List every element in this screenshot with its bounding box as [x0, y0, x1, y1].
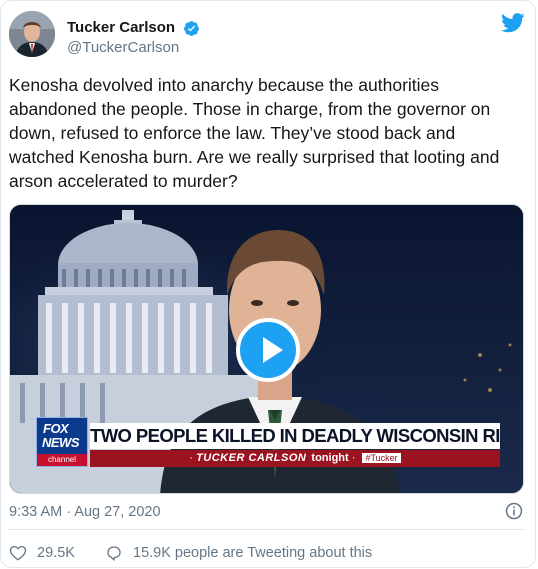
author-handle[interactable]: @TuckerCarlson: [67, 38, 200, 58]
video-player[interactable]: FOX NEWS channel TWO PEOPLE KILLED IN DE…: [9, 204, 524, 494]
like-count: 29.5K: [37, 545, 75, 562]
logo-channel-text: channel: [37, 454, 87, 466]
heart-icon[interactable]: [9, 544, 27, 562]
conversation-action[interactable]: 15.9K people are Tweeting about this: [105, 543, 372, 563]
author-names: Tucker Carlson @TuckerCarlson: [67, 19, 200, 58]
twitter-bird-icon[interactable]: [501, 13, 525, 33]
tweet-timestamp[interactable]: 9:33 AM · Aug 27, 2020: [9, 503, 161, 521]
author-display-name[interactable]: Tucker Carlson: [67, 19, 175, 37]
tweet-divider: [9, 529, 525, 530]
banner-dot-right: ·: [351, 452, 356, 464]
play-icon[interactable]: [236, 318, 300, 382]
fox-news-logo: FOX NEWS channel: [36, 417, 88, 467]
show-banner: · TUCKER CARLSON tonight · #Tucker: [90, 450, 500, 467]
show-hashtag: #Tucker: [362, 453, 401, 463]
logo-bottom-text: NEWS: [42, 435, 80, 450]
tweet-header: Tucker Carlson @TuckerCarlson: [9, 11, 525, 59]
conversation-text: 15.9K people are Tweeting about this: [133, 545, 373, 562]
like-action[interactable]: 29.5K: [9, 543, 75, 563]
info-icon[interactable]: [505, 502, 523, 520]
author-avatar[interactable]: [9, 11, 55, 57]
show-name: TUCKER CARLSON: [196, 452, 307, 464]
news-headline: TWO PEOPLE KILLED IN DEADLY WISCONSIN RI…: [90, 423, 500, 449]
verified-badge-icon: [183, 20, 199, 36]
news-lower-third: FOX NEWS channel TWO PEOPLE KILLED IN DE…: [36, 417, 506, 469]
logo-top-text: FOX: [43, 421, 69, 436]
tweet-text: Kenosha devolved into anarchy because th…: [9, 75, 500, 191]
show-suffix: tonight: [311, 452, 349, 464]
tweet-card: Tucker Carlson @TuckerCarlson Kenosha de…: [0, 0, 536, 568]
tweet-actions: 29.5K 15.9K people are Tweeting about th…: [9, 543, 372, 563]
reply-bubble-icon[interactable]: [105, 544, 123, 562]
